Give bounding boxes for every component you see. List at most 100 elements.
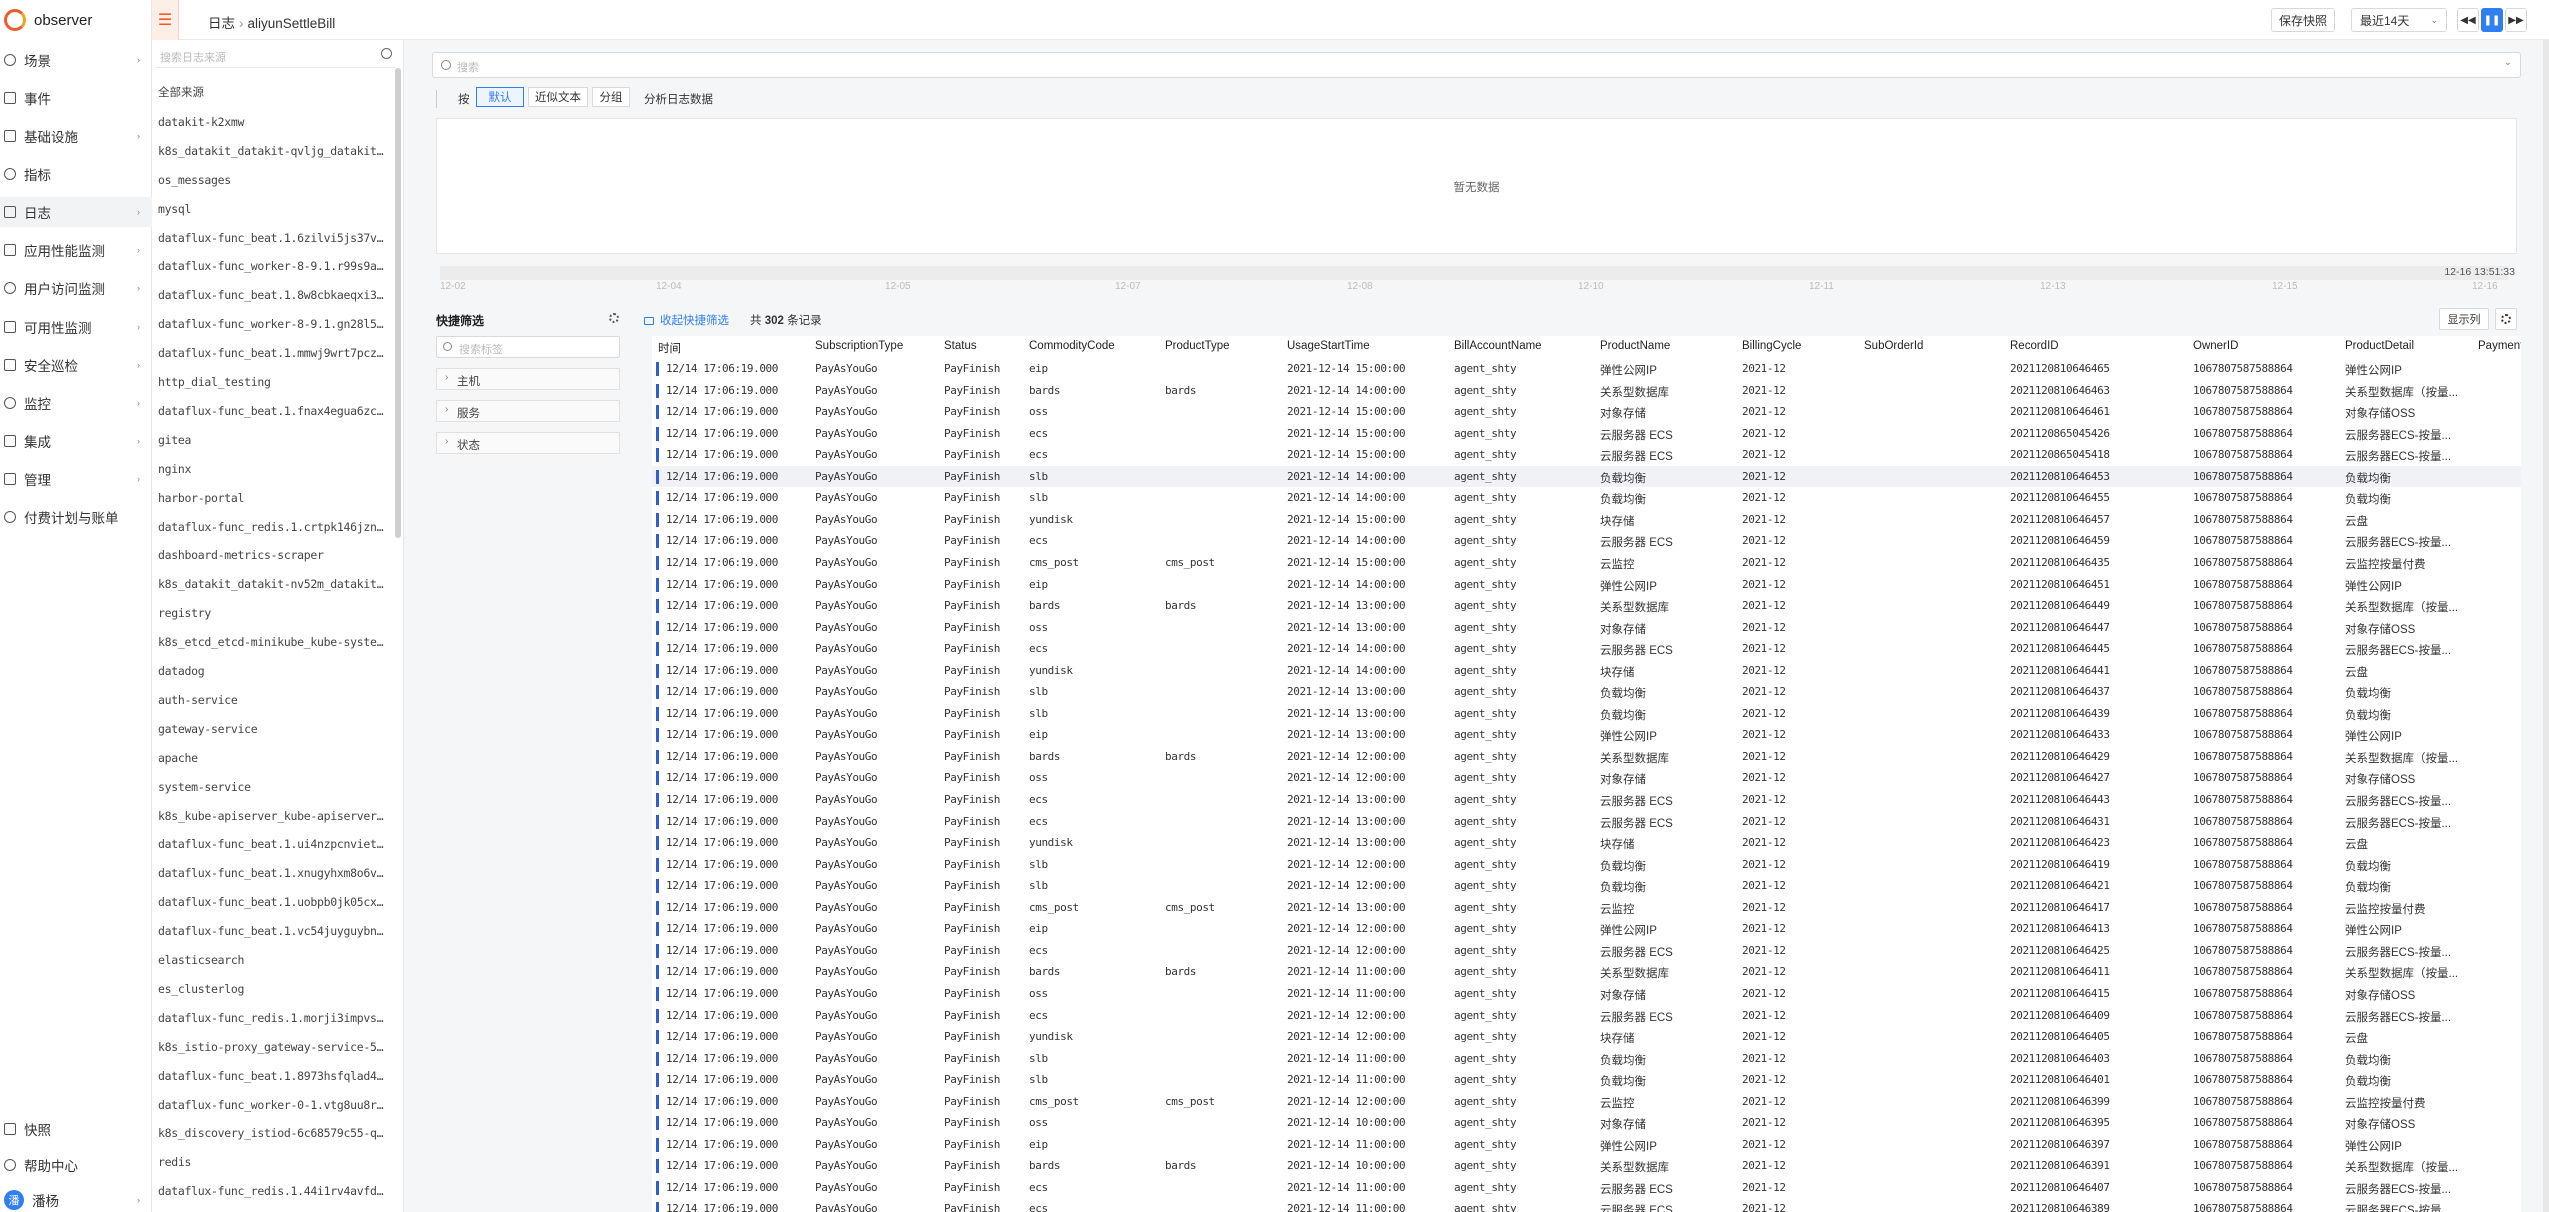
- table-row[interactable]: 12/14 17:06:19.000 PayAsYouGo PayFinish bar…: [652, 961, 2521, 983]
- table-row[interactable]: 12/14 17:06:19.000 PayAsYouGo PayFinish cms…: [652, 1091, 2521, 1113]
- table-row[interactable]: 12/14 17:06:19.000 PayAsYouGo PayFinish slb…: [652, 465, 2521, 488]
- source-item[interactable]: es_clusterlog: [158, 978, 388, 1000]
- table-row[interactable]: 12/14 17:06:19.000 PayAsYouGo PayFinish slb…: [652, 1069, 2521, 1091]
- collapse-quick-filter-button[interactable]: 收起快捷筛选: [644, 312, 729, 328]
- table-row[interactable]: 12/14 17:06:19.000 PayAsYouGo PayFinish yun…: [652, 509, 2521, 531]
- nav-item-metrics[interactable]: 指标: [0, 159, 152, 189]
- table-row[interactable]: 12/14 17:06:19.000 PayAsYouGo PayFinish bar…: [652, 746, 2521, 768]
- table-row[interactable]: 12/14 17:06:19.000 PayAsYouGo PayFinish yun…: [652, 832, 2521, 854]
- group-option-group[interactable]: 分组: [592, 87, 630, 107]
- timeline-slider[interactable]: [440, 266, 2508, 280]
- source-item[interactable]: dataflux-func_beat.1.fnax4egua6zcw...: [158, 400, 388, 422]
- table-row[interactable]: 12/14 17:06:19.000 PayAsYouGo PayFinish slb…: [652, 1048, 2521, 1070]
- nav-item-manage[interactable]: 管理 ›: [0, 464, 152, 494]
- nav-item-infrastructure[interactable]: 基础设施 ›: [0, 121, 152, 151]
- source-item[interactable]: dataflux-func_beat.1.vc54juyguybne...: [158, 920, 388, 942]
- source-item[interactable]: gateway-service: [158, 718, 388, 740]
- source-item[interactable]: system-service: [158, 776, 388, 798]
- column-header[interactable]: UsageStartTime: [1287, 340, 1370, 352]
- table-row[interactable]: 12/14 17:06:19.000 PayAsYouGo PayFinish ecs…: [652, 1005, 2521, 1027]
- table-row[interactable]: 12/14 17:06:19.000 PayAsYouGo PayFinish slb…: [652, 487, 2521, 509]
- column-header[interactable]: Status: [944, 340, 977, 352]
- table-row[interactable]: 12/14 17:06:19.000 PayAsYouGo PayFinish eip…: [652, 358, 2521, 380]
- source-item[interactable]: dataflux-func_redis.1.44i1rv4avfdl...: [158, 1180, 388, 1202]
- table-row[interactable]: 12/14 17:06:19.000 PayAsYouGo PayFinish yun…: [652, 660, 2521, 682]
- forward-button[interactable]: ▶▶: [2505, 8, 2527, 32]
- nav-item-integration[interactable]: 集成 ›: [0, 426, 152, 456]
- log-search-input[interactable]: 搜索 ⌄: [432, 52, 2521, 78]
- source-search-input[interactable]: 搜索日志来源: [156, 44, 396, 68]
- table-row[interactable]: 12/14 17:06:19.000 PayAsYouGo PayFinish ecs…: [652, 1177, 2521, 1199]
- show-columns-button[interactable]: 显示列: [2439, 308, 2489, 330]
- table-row[interactable]: 12/14 17:06:19.000 PayAsYouGo PayFinish oss…: [652, 617, 2521, 639]
- nav-item-security[interactable]: 安全巡检 ›: [0, 350, 152, 380]
- source-item[interactable]: dataflux-func_beat.1.mmwj9wrt7pczl...: [158, 342, 388, 364]
- table-row[interactable]: 12/14 17:06:19.000 PayAsYouGo PayFinish ecs…: [652, 530, 2521, 552]
- table-row[interactable]: 12/14 17:06:19.000 PayAsYouGo PayFinish cms…: [652, 897, 2521, 919]
- column-header[interactable]: OwnerID: [2193, 340, 2238, 352]
- analyze-log-link[interactable]: 分析日志数据: [644, 91, 713, 107]
- table-row[interactable]: 12/14 17:06:19.000 PayAsYouGo PayFinish cms…: [652, 552, 2521, 574]
- table-row[interactable]: 12/14 17:06:19.000 PayAsYouGo PayFinish eip…: [652, 574, 2521, 596]
- source-list-scrollbar[interactable]: [395, 68, 401, 538]
- nav-item-monitor[interactable]: 监控 ›: [0, 388, 152, 418]
- nav-item-logs[interactable]: 日志 ›: [0, 197, 152, 227]
- gear-icon[interactable]: [609, 313, 619, 323]
- pause-button[interactable]: ❚❚: [2481, 8, 2503, 32]
- nav-item-help[interactable]: 帮助中心: [0, 1150, 152, 1180]
- table-row[interactable]: 12/14 17:06:19.000 PayAsYouGo PayFinish ecs…: [652, 423, 2521, 445]
- source-item[interactable]: elasticsearch: [158, 949, 388, 971]
- column-header[interactable]: ProductDetail: [2345, 340, 2414, 352]
- table-row[interactable]: 12/14 17:06:19.000 PayAsYouGo PayFinish eip…: [652, 1134, 2521, 1156]
- nav-item-events[interactable]: 事件: [0, 83, 152, 113]
- source-item[interactable]: dataflux-func_beat.1.xnugyhxm8o6vr...: [158, 862, 388, 884]
- page-scrollbar[interactable]: [2543, 40, 2549, 1212]
- source-item[interactable]: dataflux-func_redis.1.crtpk146jzny...: [158, 516, 388, 538]
- rewind-button[interactable]: ◀◀: [2457, 8, 2479, 32]
- table-row[interactable]: 12/14 17:06:19.000 PayAsYouGo PayFinish eip…: [652, 724, 2521, 746]
- nav-item-billing[interactable]: 付费计划与账单: [0, 502, 152, 532]
- group-option-default[interactable]: 默认: [476, 87, 524, 107]
- nav-item-availability[interactable]: 可用性监测 ›: [0, 312, 152, 342]
- table-row[interactable]: 12/14 17:06:19.000 PayAsYouGo PayFinish ecs…: [652, 789, 2521, 811]
- source-item[interactable]: datakit-k2xmw: [158, 111, 388, 133]
- source-item[interactable]: registry: [158, 602, 388, 624]
- source-item[interactable]: http_dial_testing: [158, 371, 388, 393]
- column-header[interactable]: RecordID: [2010, 340, 2059, 352]
- column-header[interactable]: ProductType: [1165, 340, 1230, 352]
- source-item[interactable]: nginx: [158, 458, 388, 480]
- source-item[interactable]: k8s_istio-proxy_gateway-service-59...: [158, 1036, 388, 1058]
- table-row[interactable]: 12/14 17:06:19.000 PayAsYouGo PayFinish slb…: [652, 703, 2521, 725]
- filter-group-service[interactable]: › 服务: [436, 400, 620, 422]
- nav-item-rum[interactable]: 用户访问监测 ›: [0, 273, 152, 303]
- column-header[interactable]: BillAccountName: [1454, 340, 1542, 352]
- table-row[interactable]: 12/14 17:06:19.000 PayAsYouGo PayFinish bar…: [652, 1155, 2521, 1177]
- logo[interactable]: observer: [0, 0, 151, 40]
- table-row[interactable]: 12/14 17:06:19.000 PayAsYouGo PayFinish oss…: [652, 767, 2521, 789]
- source-item[interactable]: dataflux-func_beat.1.8w8cbkaeqxi37...: [158, 284, 388, 306]
- source-item[interactable]: k8s_etcd_etcd-minikube_kube-system...: [158, 631, 388, 653]
- source-item[interactable]: dataflux-func_worker-8-9.1.gn28l5u...: [158, 313, 388, 335]
- column-header[interactable]: ProductName: [1600, 340, 1670, 352]
- source-item[interactable]: k8s_kube-apiserver_kube-apiserver-...: [158, 805, 388, 827]
- tag-search-input[interactable]: 搜索标签: [436, 336, 620, 358]
- group-option-similar-text[interactable]: 近似文本: [528, 87, 588, 107]
- menu-toggle-button[interactable]: ☰: [152, 0, 179, 40]
- column-header[interactable]: CommodityCode: [1029, 340, 1115, 352]
- source-item[interactable]: k8s_datakit_datakit-qvljg_datakit_...: [158, 140, 388, 162]
- table-row[interactable]: 12/14 17:06:19.000 PayAsYouGo PayFinish ecs…: [652, 811, 2521, 833]
- table-row[interactable]: 12/14 17:06:19.000 PayAsYouGo PayFinish yun…: [652, 1026, 2521, 1048]
- table-row[interactable]: 12/14 17:06:19.000 PayAsYouGo PayFinish oss…: [652, 1112, 2521, 1134]
- source-item[interactable]: dataflux-func_worker-8-9.1.r99s9a3...: [158, 255, 388, 277]
- user-menu[interactable]: 潘 潘杨 ›: [0, 1185, 152, 1212]
- table-row[interactable]: 12/14 17:06:19.000 PayAsYouGo PayFinish slb…: [652, 875, 2521, 897]
- source-item[interactable]: dataflux-func_beat.1.ui4nzpcnvieth...: [158, 833, 388, 855]
- source-item[interactable]: apache: [158, 747, 388, 769]
- table-row[interactable]: 12/14 17:06:19.000 PayAsYouGo PayFinish ecs…: [652, 638, 2521, 660]
- table-settings-button[interactable]: [2495, 308, 2517, 330]
- column-header[interactable]: SubscriptionType: [815, 340, 903, 352]
- source-item[interactable]: dataflux-func_redis.1.morji3impvsw...: [158, 1007, 388, 1029]
- table-row[interactable]: 12/14 17:06:19.000 PayAsYouGo PayFinish bar…: [652, 380, 2521, 402]
- column-header[interactable]: SubOrderId: [1864, 340, 1923, 352]
- source-item-all[interactable]: 全部来源: [158, 82, 388, 104]
